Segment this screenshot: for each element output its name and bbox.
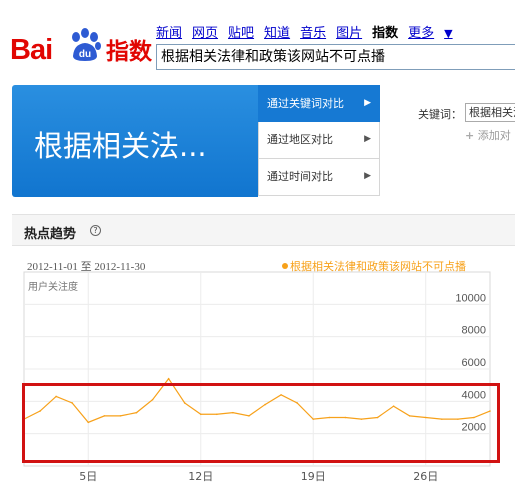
x-tick-label: 19日 [301, 470, 326, 483]
chart-legend[interactable]: 根据相关法律和政策该网站不可点播 [282, 258, 466, 274]
y-axis-label: 用户关注度 [28, 282, 78, 293]
page: { "logo": { "text_bai": "Bai", "text_du"… [0, 0, 515, 484]
y-tick-label: 10000 [455, 292, 486, 304]
legend-dot-icon [282, 263, 288, 269]
legend-label: 根据相关法律和政策该网站不可点播 [290, 260, 466, 273]
x-tick-label: 26日 [413, 470, 438, 483]
x-tick-label: 5日 [79, 470, 97, 483]
data-point [167, 377, 170, 380]
date-range: 2012-11-01 至 2012-11-30 [27, 261, 146, 273]
highlight-box [22, 383, 500, 463]
y-tick-label: 8000 [462, 325, 486, 337]
x-tick-label: 12日 [188, 470, 213, 483]
y-tick-label: 6000 [462, 357, 486, 369]
